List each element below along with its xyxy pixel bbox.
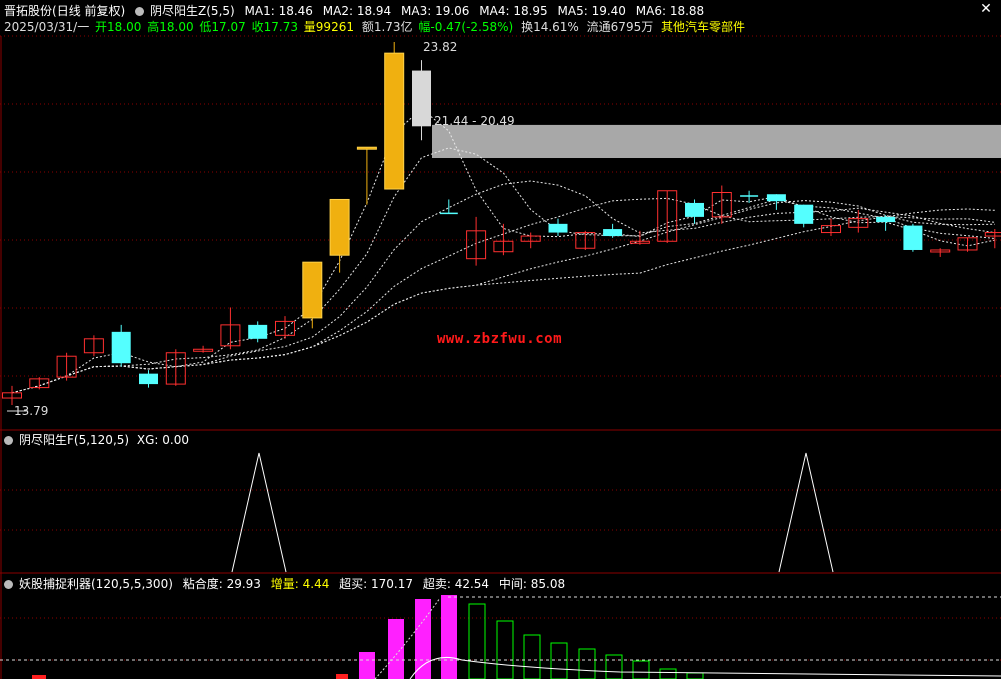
candle-body: [603, 229, 623, 237]
bar-magenta: [415, 599, 431, 679]
candle-body: [384, 52, 405, 190]
panel3-stat-nianhe: 粘合度: 29.93: [182, 577, 261, 591]
panel2-circle-icon[interactable]: [4, 436, 13, 445]
bar-green: [523, 634, 541, 679]
candle-body: [139, 373, 158, 385]
panel3-stat-chaomai: 超买: 170.17: [339, 577, 414, 591]
ma-line-3: [11, 180, 995, 394]
bar-green: [468, 603, 486, 679]
candle-body: [356, 146, 377, 150]
ma-line-2: [11, 147, 995, 394]
candle-body: [685, 202, 704, 217]
panel3-stat-zhongjian: 中间: 85.08: [498, 577, 566, 591]
bar-green: [605, 654, 623, 679]
candle-body: [248, 324, 268, 339]
bar-green: [496, 620, 514, 679]
panel2-header: 阴尽阳生F(5,120,5) XG: 0.00: [4, 432, 195, 448]
panel3-stat-chaomai2: 超卖: 42.54: [422, 577, 490, 591]
price-max-label: 23.82: [423, 40, 458, 54]
candle-body: [412, 70, 431, 127]
candle-body: [984, 232, 1001, 237]
signal-peak: [778, 452, 834, 573]
candle-body: [302, 261, 323, 319]
bar-red: [336, 674, 348, 679]
panel2-xg: XG: 0.00: [136, 433, 190, 447]
bar-red: [32, 675, 46, 679]
candle-body: [794, 204, 814, 224]
bar-green: [550, 642, 568, 679]
panel3-header: 妖股捕捉利器(120,5,5,300) 粘合度: 29.93 增量: 4.44 …: [4, 576, 571, 592]
panel3-stat-zengliang: 增量: 4.44: [270, 577, 330, 591]
bar-green: [632, 660, 650, 679]
bar-green: [659, 668, 677, 679]
bar-magenta: [359, 652, 375, 679]
bar-magenta: [388, 619, 404, 679]
price-min-label: 13.79: [14, 404, 49, 418]
candle-body: [766, 194, 786, 202]
candle-body: [111, 331, 131, 364]
bar-magenta: [441, 595, 457, 679]
range-band: [432, 124, 1001, 159]
bar-green: [686, 672, 704, 679]
candle-body: [548, 223, 568, 233]
bar-green: [578, 648, 596, 679]
candle-body: [876, 216, 896, 223]
range-label: 21.44 - 20.49: [434, 114, 515, 128]
indicator-curve: [409, 656, 1001, 679]
watermark: www.zbzfwu.com: [437, 331, 563, 347]
candle-body: [329, 198, 350, 256]
panel3-circle-icon[interactable]: [4, 580, 13, 589]
signal-peak: [231, 452, 287, 573]
panel3-title[interactable]: 妖股捕捉利器(120,5,5,300): [19, 577, 173, 591]
candle-body: [903, 225, 923, 250]
panel2-title[interactable]: 阴尽阳生F(5,120,5): [19, 433, 129, 447]
